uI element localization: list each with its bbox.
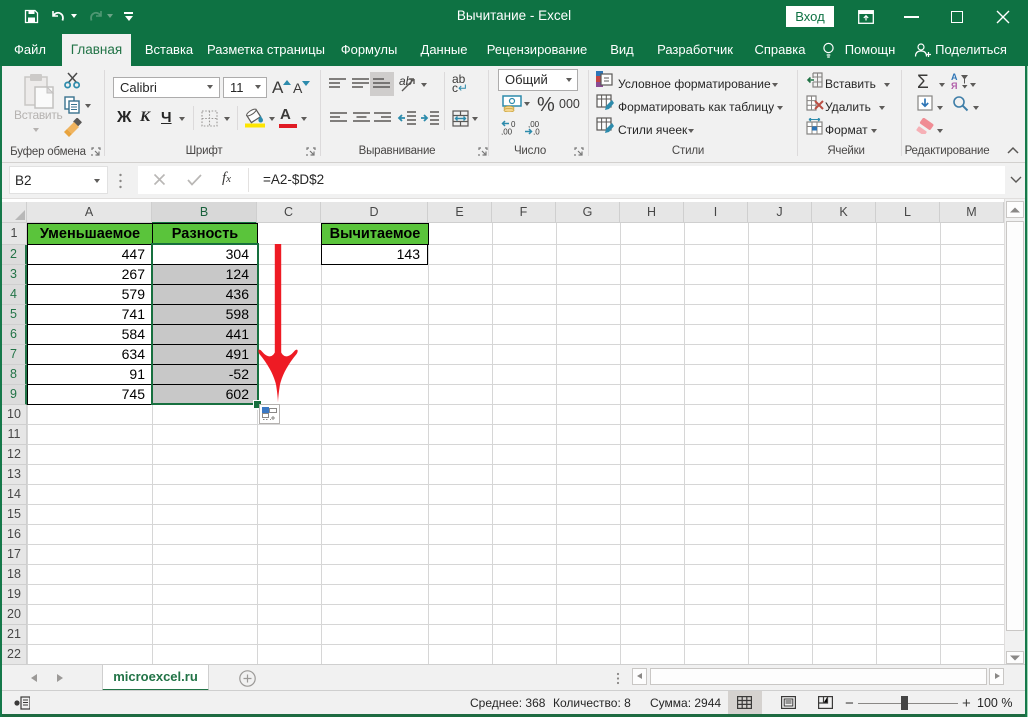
svg-text:Я: Я xyxy=(951,81,957,89)
svg-text:ab: ab xyxy=(399,74,413,88)
svg-text:,0: ,0 xyxy=(533,128,540,136)
svg-text:,00: ,00 xyxy=(501,128,513,136)
